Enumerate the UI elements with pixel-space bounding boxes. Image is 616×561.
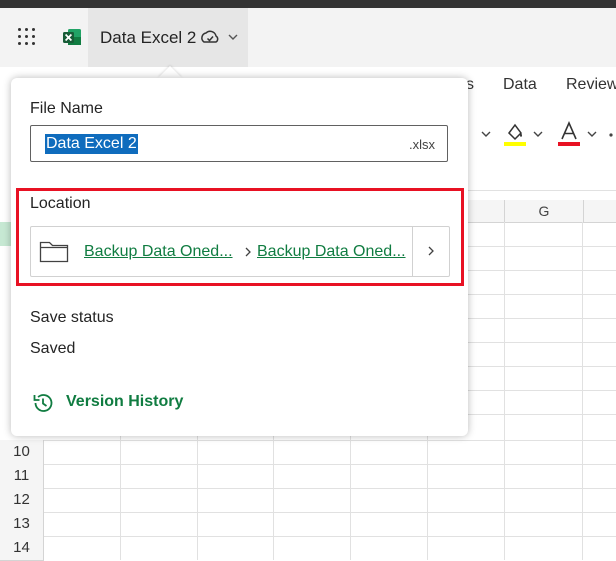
row-header-13[interactable]: 13 — [0, 512, 44, 537]
formula-bar-divider — [468, 190, 616, 191]
window-top-strip — [0, 0, 616, 8]
chevron-down-icon[interactable] — [480, 128, 492, 140]
file-name-input[interactable]: Data Excel 2 .xlsx — [30, 125, 448, 162]
version-history-link[interactable]: Version History — [66, 393, 183, 411]
fill-color-icon[interactable] — [502, 120, 528, 148]
chevron-down-icon[interactable] — [532, 128, 544, 140]
font-color-icon[interactable] — [556, 120, 582, 148]
chevron-down-icon[interactable] — [227, 31, 239, 43]
save-status-value: Saved — [30, 340, 76, 357]
file-extension: .xlsx — [409, 137, 435, 152]
history-icon — [33, 394, 53, 412]
row-header-10[interactable]: 10 — [0, 440, 44, 465]
sheet-grid-lower: 10 11 12 13 14 — [0, 436, 616, 561]
document-title[interactable]: Data Excel 2 — [100, 28, 196, 48]
grid-lines — [44, 436, 616, 560]
row-header-12[interactable]: 12 — [0, 488, 44, 513]
column-header-g[interactable]: G — [504, 200, 584, 222]
row-header-14[interactable]: 14 — [0, 536, 44, 561]
save-status-label: Save status — [30, 309, 114, 326]
app-launcher-icon[interactable] — [16, 26, 38, 48]
more-icon[interactable] — [608, 132, 616, 138]
sync-status-icon — [201, 30, 219, 43]
tab-review[interactable]: Review — [566, 76, 616, 94]
ribbon-commands — [470, 118, 616, 152]
chevron-down-icon[interactable] — [586, 128, 598, 140]
panel-caret — [158, 66, 182, 78]
excel-logo-icon — [63, 29, 81, 45]
file-name-label: File Name — [30, 100, 103, 117]
row-header-11[interactable]: 11 — [0, 464, 44, 489]
file-name-value[interactable]: Data Excel 2 — [45, 134, 138, 154]
file-details-panel: File Name Data Excel 2 .xlsx Location Ba… — [11, 78, 468, 436]
tab-data[interactable]: Data — [503, 76, 537, 94]
location-highlight-box — [16, 188, 464, 286]
